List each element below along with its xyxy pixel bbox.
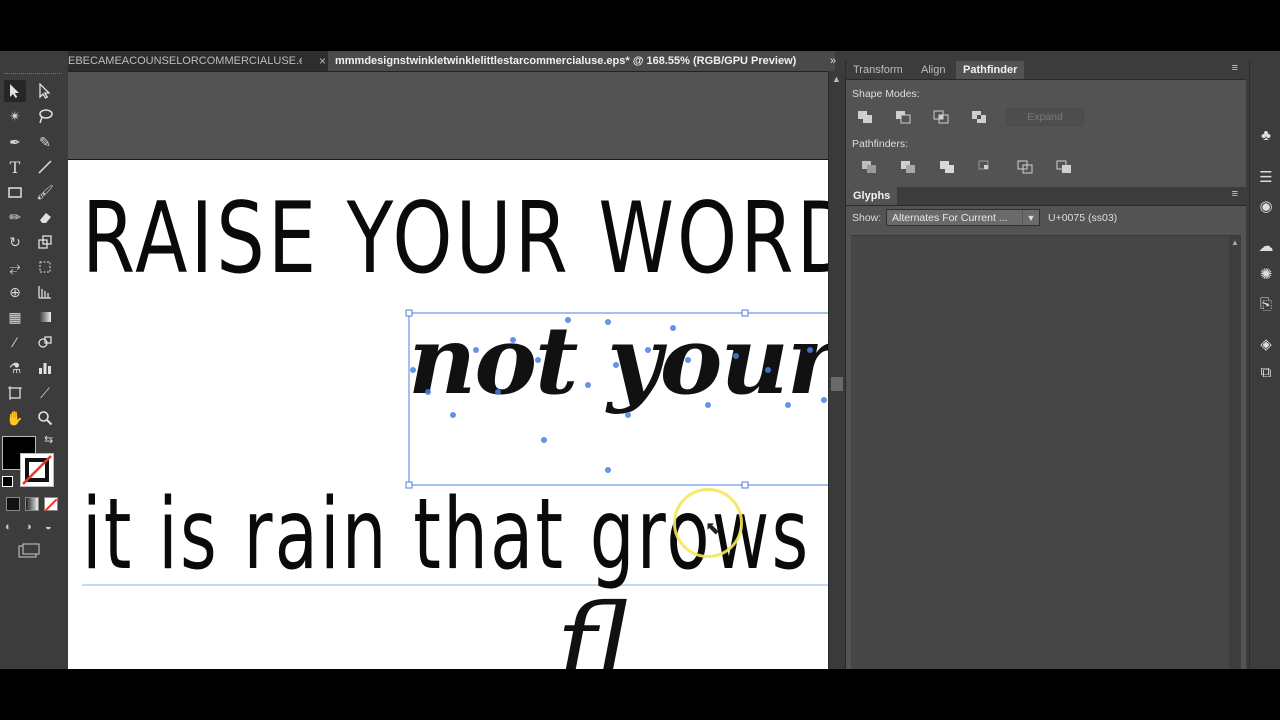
magic-wand-icon[interactable]: ✴ (4, 105, 26, 127)
tab-document-1[interactable]: EBECAMEACOUNSELORCOMMERCIALUSE.eps* (68, 51, 302, 71)
glyphs-menu-icon[interactable]: ≡ (1232, 188, 1238, 200)
minus-back-icon[interactable] (1055, 159, 1073, 175)
document-tab-bar: EBECAMEACOUNSELORCOMMERCIALUSE.eps* × mm… (68, 51, 835, 72)
outline-icon[interactable] (1016, 159, 1034, 175)
slice-tool-icon[interactable]: ⟋ (34, 382, 56, 404)
hand-tool-icon[interactable]: ✋ (4, 407, 26, 429)
scroll-up-icon[interactable]: ▲ (832, 74, 841, 84)
rectangle-tool-icon[interactable] (4, 181, 26, 203)
curvature-tool-icon[interactable]: ✎ (34, 131, 56, 153)
export-icon[interactable]: ⎘ (1257, 296, 1275, 314)
screen-mode-icon[interactable] (18, 543, 40, 559)
tab-overflow-icon[interactable]: » (826, 51, 840, 71)
free-transform-icon[interactable] (34, 256, 56, 278)
gradient-mode-icon[interactable] (25, 497, 39, 511)
pathfinder-panel-tabs: Transform Align Pathfinder ≡ (846, 61, 1246, 80)
panel-menu-icon[interactable]: ≡ (1232, 62, 1238, 74)
scroll-up-icon[interactable]: ▲ (1231, 238, 1239, 247)
layers-icon[interactable]: ◈ (1257, 336, 1275, 354)
tab-pathfinder[interactable]: Pathfinder (956, 61, 1025, 79)
shape-modes-label: Shape Modes: (852, 88, 920, 100)
scrollbar-thumb[interactable] (831, 377, 843, 391)
default-colors-icon[interactable] (2, 476, 13, 487)
pathfinders-label: Pathfinders: (852, 138, 909, 150)
artboard[interactable]: RAISE YOUR WORDS not your it is rain tha… (68, 159, 828, 669)
blend-tool-icon[interactable] (34, 331, 56, 353)
pencil-icon[interactable]: ✏ (4, 206, 26, 228)
properties-icon[interactable]: ☰ (1257, 169, 1275, 187)
column-graph-icon[interactable] (34, 357, 56, 379)
merge-icon[interactable] (938, 159, 956, 175)
pen-tool-icon[interactable]: ✒ (4, 131, 26, 153)
color-icon[interactable]: ✺ (1257, 266, 1275, 284)
tab-document-2[interactable]: mmmdesignstwinkletwinklelittlestarcommer… (328, 51, 835, 71)
minus-front-icon[interactable] (894, 109, 912, 125)
paintbrush-icon[interactable]: 🖌 (34, 181, 56, 203)
tab-transform[interactable]: Transform (846, 61, 910, 79)
cursor-icon: ⬉ (705, 518, 721, 538)
collapsed-panel-strip: ♣ ☰ ◉ ☁ ✺ ⎘ ◈ ⧉ (1249, 61, 1280, 669)
glyph-show-value: Alternates For Current ... (892, 212, 1008, 224)
type-tool-icon[interactable]: T (4, 156, 26, 178)
selection-tool-icon[interactable] (4, 80, 26, 102)
panel-dock: Transform Align Pathfinder ≡ Shape Modes… (845, 61, 1246, 669)
document-canvas[interactable]: RAISE YOUR WORDS not your it is rain tha… (68, 72, 828, 669)
illustrator-window: EBECAMEACOUNSELORCOMMERCIALUSE.eps* × mm… (0, 51, 1280, 669)
none-icon (22, 455, 52, 485)
none-mode-icon[interactable] (44, 497, 58, 512)
close-icon[interactable]: × (319, 51, 326, 71)
chevron-down-icon: ▼ (1022, 210, 1039, 225)
glyphs-panel-tabs: Glyphs ≡ (846, 187, 1246, 206)
unite-icon[interactable] (856, 109, 874, 125)
shape-builder-icon[interactable]: ⊕ (4, 281, 26, 303)
artboard-tool-icon[interactable] (4, 382, 26, 404)
lasso-icon[interactable] (34, 105, 56, 127)
tools-panel: ✴ ✒ ✎ T 🖌 ✏ ↻ ⥂ ⊕ ▦ ⁄ ⚗ ⟋ ✋ ⇆ ◐ ◑ ◒ (0, 71, 69, 669)
eyedropper-icon[interactable]: ⁄ (4, 331, 26, 353)
mesh-tool-icon[interactable]: ▦ (4, 306, 26, 328)
text-flowers-partial[interactable]: fl (556, 580, 629, 669)
show-label: Show: (852, 212, 882, 224)
draw-behind-icon[interactable]: ◑ (25, 521, 39, 533)
symbol-sprayer-icon[interactable]: ⚗ (4, 357, 26, 379)
width-tool-icon[interactable]: ⥂ (4, 256, 26, 278)
canvas-vertical-scrollbar[interactable]: ▲ (828, 72, 845, 669)
scale-tool-icon[interactable] (34, 231, 56, 253)
draw-normal-icon[interactable]: ◐ (5, 521, 19, 533)
trim-icon[interactable] (899, 159, 917, 175)
tab-align[interactable]: Align (914, 61, 952, 79)
line-tool-icon[interactable] (34, 156, 56, 178)
perspective-grid-icon[interactable] (34, 281, 56, 303)
gradient-tool-icon[interactable] (34, 306, 56, 328)
selection-bounding-box[interactable] (68, 160, 828, 669)
stroke-swatch[interactable] (20, 453, 54, 487)
unicode-readout: U+0075 (ss03) (1048, 212, 1118, 224)
crop-icon[interactable] (977, 159, 995, 175)
artboards-icon[interactable]: ⧉ (1257, 364, 1275, 382)
tab-glyphs[interactable]: Glyphs (846, 187, 898, 205)
eraser-icon[interactable] (34, 206, 56, 228)
direct-selection-tool-icon[interactable] (34, 80, 56, 102)
color-mode-icon[interactable] (6, 497, 20, 511)
zoom-tool-icon[interactable] (34, 407, 56, 429)
glyph-grid[interactable]: ▲ (851, 235, 1241, 669)
intersect-icon[interactable] (932, 109, 950, 125)
panel-grip[interactable] (4, 73, 62, 78)
expand-button[interactable]: Expand (1006, 108, 1084, 126)
exclude-icon[interactable] (970, 109, 988, 125)
divide-icon[interactable] (860, 159, 878, 175)
swap-fill-stroke-icon[interactable]: ⇆ (44, 433, 53, 446)
glyph-show-dropdown[interactable]: Alternates For Current ... ▼ (886, 209, 1040, 226)
draw-inside-icon[interactable]: ◒ (45, 521, 59, 533)
libraries-icon[interactable]: ♣ (1257, 127, 1275, 145)
appearance-icon[interactable]: ◉ (1257, 198, 1275, 216)
rotate-tool-icon[interactable]: ↻ (4, 231, 26, 253)
glyph-grid-scrollbar[interactable]: ▲ (1229, 236, 1241, 669)
cc-libraries-icon[interactable]: ☁ (1257, 238, 1275, 256)
